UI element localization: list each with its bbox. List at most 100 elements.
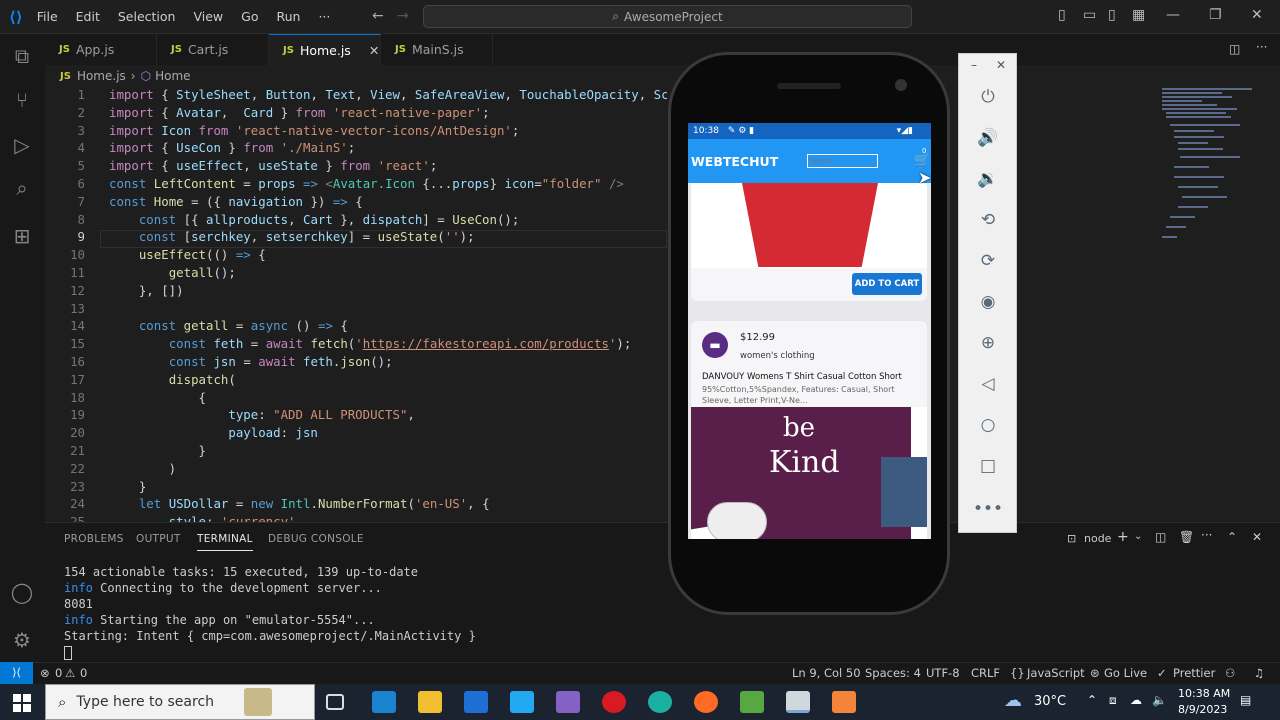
vscode-taskbar-icon[interactable] — [510, 691, 534, 713]
code-line[interactable]: 16 const jsn = await feth.json(); — [45, 353, 667, 371]
tab-problems[interactable]: PROBLEMS — [64, 533, 124, 545]
code-line[interactable]: 23 } — [45, 478, 667, 496]
close-tab-icon[interactable]: ✕ — [369, 43, 379, 58]
tab-output[interactable]: OUTPUT — [136, 533, 181, 545]
code-text[interactable]: useEffect(() => { — [109, 246, 266, 264]
code-line[interactable]: 21 } — [45, 442, 667, 460]
code-text[interactable]: import { UseCon } from './MainS'; — [109, 139, 355, 157]
code-line[interactable]: 22 ) — [45, 460, 667, 478]
indentation[interactable]: Spaces: 4 — [865, 666, 921, 680]
app-search-input[interactable] — [807, 154, 878, 168]
clock-time[interactable]: 10:38 AM — [1178, 687, 1230, 700]
code-line[interactable]: 17 dispatch( — [45, 371, 667, 389]
code-text[interactable]: dispatch( — [109, 371, 236, 389]
extensions-icon[interactable]: ⊞ — [8, 222, 36, 250]
remote-indicator[interactable]: ⟩⟨ — [0, 662, 33, 684]
code-line[interactable]: 1 import { StyleSheet, Button, Text, View… — [45, 86, 667, 104]
windows-start-icon[interactable] — [13, 694, 31, 712]
nodejs-icon[interactable] — [740, 691, 764, 713]
weather-temp[interactable]: 30°C — [1034, 694, 1066, 709]
code-text[interactable]: import { StyleSheet, Button, Text, View,… — [109, 86, 667, 104]
chevron-down-icon[interactable]: ⌄ — [1134, 531, 1142, 542]
language-mode[interactable]: JavaScript — [1027, 666, 1085, 680]
code-text[interactable]: ) — [109, 460, 176, 478]
code-line[interactable]: 20 payload: jsn — [45, 424, 667, 442]
code-text[interactable]: import Icon from 'react-native-vector-ic… — [109, 122, 519, 140]
close-panel-icon[interactable]: ✕ — [1252, 530, 1262, 544]
phone-screen[interactable]: 10:38 ✎ ⚙ ▮ ▾◢▮ WEBTECHUT 0 🛒 ADD TO CAR… — [688, 123, 931, 539]
split-editor-icon[interactable]: ◫ — [1229, 42, 1240, 56]
tab-cart-js[interactable]: JS Cart.js — [157, 34, 269, 65]
overview-icon[interactable]: □ — [973, 454, 1003, 478]
close-window-icon[interactable]: ✕ — [1251, 7, 1263, 23]
new-terminal-icon[interactable]: + — [1117, 529, 1129, 545]
code-line[interactable]: 7 const Home = ({ navigation }) => { — [45, 193, 667, 211]
terminal-name[interactable]: node — [1084, 532, 1111, 545]
back-arrow-icon[interactable]: ← — [372, 8, 384, 24]
tab-debug-console[interactable]: DEBUG CONSOLE — [268, 533, 364, 545]
code-line[interactable]: 12 }, []) — [45, 282, 667, 300]
code-text[interactable]: payload: jsn — [109, 424, 318, 442]
camera-icon[interactable]: ◉ — [973, 290, 1003, 314]
code-text[interactable]: import { useEffect, useState } from 'rea… — [109, 157, 437, 175]
code-text[interactable]: const [serchkey, setserchkey] = useState… — [109, 228, 475, 246]
opera-icon[interactable] — [602, 691, 626, 713]
menu-more[interactable]: ··· — [318, 9, 330, 24]
code-line[interactable]: 4 import { UseCon } from './MainS'; — [45, 139, 667, 157]
menu-go[interactable]: Go — [241, 9, 258, 24]
split-terminal-icon[interactable]: ◫ — [1155, 530, 1166, 544]
volume-icon[interactable]: 🔈 — [1152, 693, 1167, 707]
maximize-panel-icon[interactable]: ⌃ — [1227, 530, 1237, 544]
kill-terminal-icon[interactable]: 🗑 — [1179, 530, 1194, 544]
more-options-icon[interactable]: ••• — [973, 497, 1003, 521]
restore-window-icon[interactable]: ❐ — [1209, 7, 1222, 23]
search-icon[interactable]: ⌕ — [8, 174, 36, 202]
toggle-panel-icon[interactable]: ▭ — [1083, 7, 1096, 23]
file-explorer-icon[interactable] — [418, 691, 442, 713]
network-icon[interactable]: ⧈ — [1109, 693, 1117, 708]
firefox-icon[interactable] — [694, 691, 718, 713]
code-line[interactable]: 11 getall(); — [45, 264, 667, 282]
code-line[interactable]: 25 style: 'currency', — [45, 513, 667, 522]
volume-down-icon[interactable]: 🔉 — [973, 167, 1003, 191]
code-text[interactable]: const jsn = await feth.json(); — [109, 353, 393, 371]
go-live-button[interactable]: Go Live — [1104, 666, 1147, 680]
warning-icon[interactable]: ⚠ — [65, 666, 75, 680]
home-icon[interactable]: ○ — [973, 413, 1003, 437]
back-icon[interactable]: ◁ — [973, 372, 1003, 396]
clock-date[interactable]: 8/9/2023 — [1178, 703, 1227, 716]
breadcrumb-symbol[interactable]: Home — [155, 69, 190, 83]
code-line[interactable]: 9 const [serchkey, setserchkey] = useSta… — [45, 228, 667, 246]
tab-mains-js[interactable]: JS MainS.js — [381, 34, 493, 65]
zoom-icon[interactable]: ⊕ — [973, 331, 1003, 355]
cart-icon[interactable]: 🛒 — [914, 153, 930, 168]
menu-selection[interactable]: Selection — [118, 9, 176, 24]
code-line[interactable]: 14 const getall = async () => { — [45, 317, 667, 335]
code-text[interactable]: const LeftContent = props => <Avatar.Ico… — [109, 175, 624, 193]
tab-app-js[interactable]: JS App.js — [45, 34, 157, 65]
code-text[interactable]: getall(); — [109, 264, 236, 282]
code-line[interactable]: 19 type: "ADD ALL PRODUCTS", — [45, 406, 667, 424]
code-line[interactable]: 6 const LeftContent = props => <Avatar.Ic… — [45, 175, 667, 193]
task-view-icon[interactable] — [326, 694, 344, 710]
code-line[interactable]: 13 — [45, 300, 667, 318]
settings-gear-icon[interactable]: ⚙ — [8, 626, 36, 654]
code-line[interactable]: 3 import Icon from 'react-native-vector-i… — [45, 122, 667, 140]
mail-icon[interactable] — [464, 691, 488, 713]
forward-arrow-icon[interactable]: → — [397, 8, 409, 24]
rotate-left-icon[interactable]: ⟲ — [973, 208, 1003, 232]
minimize-emulator-icon[interactable]: – — [971, 58, 977, 72]
emulator-taskbar-icon[interactable] — [786, 691, 810, 713]
code-text[interactable]: { — [109, 389, 206, 407]
code-text[interactable]: const feth = await fetch('https://fakest… — [109, 335, 632, 353]
notification-center-icon[interactable]: ▤ — [1240, 693, 1251, 707]
code-text[interactable]: type: "ADD ALL PRODUCTS", — [109, 406, 415, 424]
code-text[interactable]: const getall = async () => { — [109, 317, 348, 335]
terminal-cursor[interactable] — [64, 646, 72, 660]
source-control-icon[interactable]: ⑂ — [8, 86, 36, 114]
code-line[interactable]: 15 const feth = await fetch('https://fak… — [45, 335, 667, 353]
minimize-window-icon[interactable]: — — [1166, 7, 1180, 23]
run-debug-icon[interactable]: ▷ — [8, 131, 36, 159]
code-text[interactable]: const [{ allproducts, Cart }, dispatch] … — [109, 211, 520, 229]
code-text[interactable]: }, []) — [109, 282, 184, 300]
